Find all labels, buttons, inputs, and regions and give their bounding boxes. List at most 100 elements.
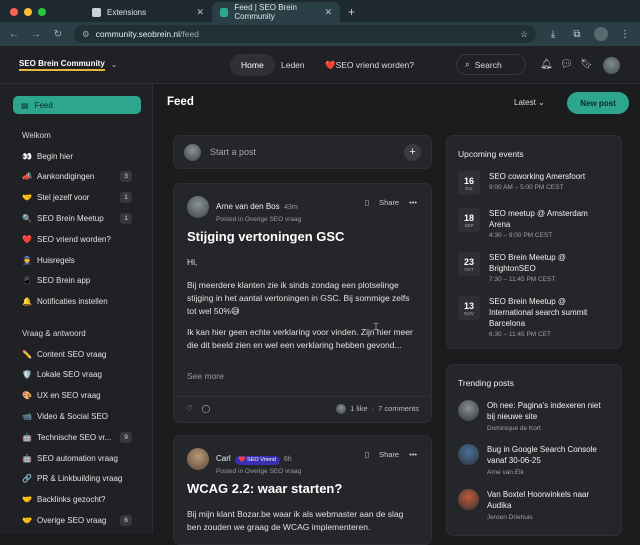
sidebar-item[interactable]: 👮 Huisregels — [22, 253, 132, 267]
back-icon[interactable]: ← — [8, 29, 20, 40]
event-item[interactable]: 23 OCT SEO Brein Meetup @ BrightonSEO 7:… — [458, 252, 618, 283]
likes-count[interactable]: 1 like — [350, 404, 368, 413]
share-button[interactable]: Share — [379, 450, 399, 459]
sidebar-item-icon: ✏️ — [22, 349, 32, 359]
sidebar-item[interactable]: 🤖 SEO automation vraag — [22, 451, 132, 465]
sidebar-item-icon: 📱 — [22, 276, 32, 286]
community-logo[interactable]: SEO Brein Community — [19, 59, 105, 71]
sidebar-item-icon: 🤖 — [22, 453, 32, 463]
sidebar-item[interactable]: 🤖 Technische SEO vr... 9 — [22, 430, 132, 444]
share-button[interactable]: Share — [379, 198, 399, 207]
sidebar-item[interactable]: 🤝 Stel jezelf voor 1 — [22, 191, 132, 205]
trending-item[interactable]: Van Boxtel Hoorwinkels naar Audika Jeroe… — [458, 489, 618, 521]
more-options-icon[interactable]: ••• — [409, 198, 417, 207]
bookmark-star-icon[interactable]: ☆ — [520, 29, 528, 40]
browser-tab-extensions[interactable]: Extensions ✕ — [84, 2, 212, 22]
event-item[interactable]: 13 NOV SEO Brein Meetup @ International … — [458, 296, 618, 338]
avatar[interactable] — [187, 196, 209, 218]
site-favicon-icon — [220, 7, 229, 17]
chevron-down-icon[interactable]: ⌄ — [111, 60, 118, 69]
comment-icon[interactable]: ◯ — [202, 404, 210, 413]
post-space[interactable]: Posted in Overige SEO vraag — [216, 468, 301, 475]
bell-icon[interactable]: 🔔︎ — [540, 59, 553, 70]
sidebar-item-label: Notificaties instellen — [37, 297, 108, 307]
post-title[interactable]: Stijging vertoningen GSC — [187, 229, 344, 244]
heart-icon[interactable]: ♡ — [186, 404, 193, 413]
reload-icon[interactable]: ↻ — [52, 29, 64, 40]
site-info-icon[interactable]: ⚙ — [82, 29, 90, 40]
add-icon[interactable]: + — [404, 143, 421, 161]
sidebar-item[interactable]: ✏️ Content SEO vraag — [22, 347, 132, 361]
section-title-welkom: Welkom — [22, 131, 51, 140]
nav-members[interactable]: Leden — [281, 54, 305, 76]
sidebar-item-icon: 🔗 — [22, 474, 32, 484]
forward-icon[interactable]: → — [30, 29, 42, 40]
post-title[interactable]: WCAG 2.2: waar starten? — [187, 481, 342, 496]
sidebar-item[interactable]: ❤️ SEO vriend worden? — [22, 232, 132, 246]
see-more-link[interactable]: See more — [187, 371, 224, 381]
count-badge: 9 — [120, 431, 132, 443]
sidebar-item[interactable]: 🤝 Overige SEO vraag 6 — [22, 513, 132, 527]
download-icon[interactable]: ⤓ — [546, 29, 560, 40]
event-month: NOV — [464, 310, 474, 316]
tab-title: Extensions — [107, 7, 147, 17]
event-item[interactable]: 18 SEP SEO meetup @ Amsterdam Arena 4:30… — [458, 208, 618, 239]
event-item[interactable]: 16 JUL SEO coworking Amersfoort 9:00 AM … — [458, 171, 618, 195]
bookmark-icon[interactable]: ▯ — [365, 450, 369, 459]
post-actions: ▯ Share ••• — [365, 450, 417, 459]
chevron-down-icon: ⌄ — [538, 98, 545, 107]
sidebar-item[interactable]: 🔔 Notificaties instellen — [22, 295, 132, 309]
sidebar-item-feed[interactable]: ▤ Feed — [13, 96, 141, 114]
post-author[interactable]: Arne van den Bos — [216, 202, 280, 211]
nav-home[interactable]: Home — [230, 54, 275, 76]
sidebar-item[interactable]: 📹 Video & Social SEO — [22, 409, 132, 423]
sidebar-item-label: Content SEO vraag — [37, 349, 107, 359]
sidebar-item[interactable]: 🔍 SEO Brein Meetup 1 — [22, 211, 132, 225]
close-window-button[interactable] — [10, 8, 18, 16]
new-tab-button[interactable]: + — [340, 5, 363, 22]
post-card: Arne van den Bos 43m Posted in Overige S… — [173, 183, 432, 423]
bookmark-icon[interactable]: ▯ — [365, 198, 369, 207]
sidebar-item[interactable]: 🎨 UX en SEO vraag — [22, 389, 132, 403]
bookmarks-icon[interactable]: 🔖︎ — [580, 59, 593, 70]
sidebar-item[interactable]: 🤝 Backlinks gezocht? — [22, 493, 132, 507]
comments-count[interactable]: 7 comments — [378, 404, 419, 413]
profile-avatar[interactable] — [594, 27, 608, 41]
close-tab-icon[interactable]: ✕ — [196, 7, 204, 18]
sidebar-item[interactable]: 📱 SEO Brein app — [22, 274, 132, 288]
post-time: 43m — [284, 204, 298, 211]
trending-author: Jeroen Driehuis — [487, 514, 533, 521]
post-composer[interactable]: Start a post + — [173, 135, 432, 169]
member-badge: ❤️ SEO Vriend — [234, 455, 280, 465]
trending-item[interactable]: Bug in Google Search Console vanaf 30-06… — [458, 444, 618, 476]
trending-item[interactable]: Oh nee: Pagina's indexeren niet bij nieu… — [458, 400, 618, 432]
user-avatar[interactable] — [603, 57, 620, 74]
search-button[interactable]: ⌕ Search — [456, 54, 526, 75]
chat-icon[interactable]: 💬︎ — [560, 59, 573, 70]
sidebar-item-icon: 🤝 — [22, 193, 32, 203]
post-author[interactable]: Carl — [216, 454, 231, 463]
count-badge: 1 — [120, 212, 132, 224]
post-text: Bij mijn klant Bozar.be waar ik als webm… — [187, 509, 404, 532]
address-bar[interactable]: ⚙ community.seobrein.nl/feed ☆ — [74, 25, 536, 43]
post-space[interactable]: Posted in Overige SEO vraag — [216, 216, 301, 223]
more-options-icon[interactable]: ••• — [409, 450, 417, 459]
sidebar-item[interactable]: 📣 Aankondigingen 3 — [22, 170, 132, 184]
sidebar-item[interactable]: 🛡️ Lokale SEO vraag — [22, 368, 132, 382]
zoom-window-button[interactable] — [38, 8, 46, 16]
menu-icon[interactable]: ⋮ — [618, 29, 632, 40]
sort-dropdown[interactable]: Latest ⌄ — [514, 98, 545, 107]
sidebar-item-icon: ❤️ — [22, 234, 32, 244]
new-post-button[interactable]: New post — [567, 92, 629, 114]
close-tab-icon[interactable]: ✕ — [324, 7, 332, 18]
extensions-icon[interactable]: ⧉ — [570, 29, 584, 40]
nav-seo-friend[interactable]: ❤️SEO vriend worden? — [325, 54, 414, 76]
sidebar-item-label: Stel jezelf voor — [37, 193, 90, 203]
minimize-window-button[interactable] — [24, 8, 32, 16]
sidebar-item[interactable]: 👀 Begin hier — [22, 149, 132, 163]
count-badge: 1 — [120, 192, 132, 204]
browser-tab-feed[interactable]: Feed | SEO Brein Community ✕ — [212, 2, 340, 22]
tab-title: Feed | SEO Brein Community — [234, 3, 297, 21]
sidebar-item[interactable]: 🔗 PR & Linkbuilding vraag — [22, 472, 132, 486]
avatar[interactable] — [187, 448, 209, 470]
